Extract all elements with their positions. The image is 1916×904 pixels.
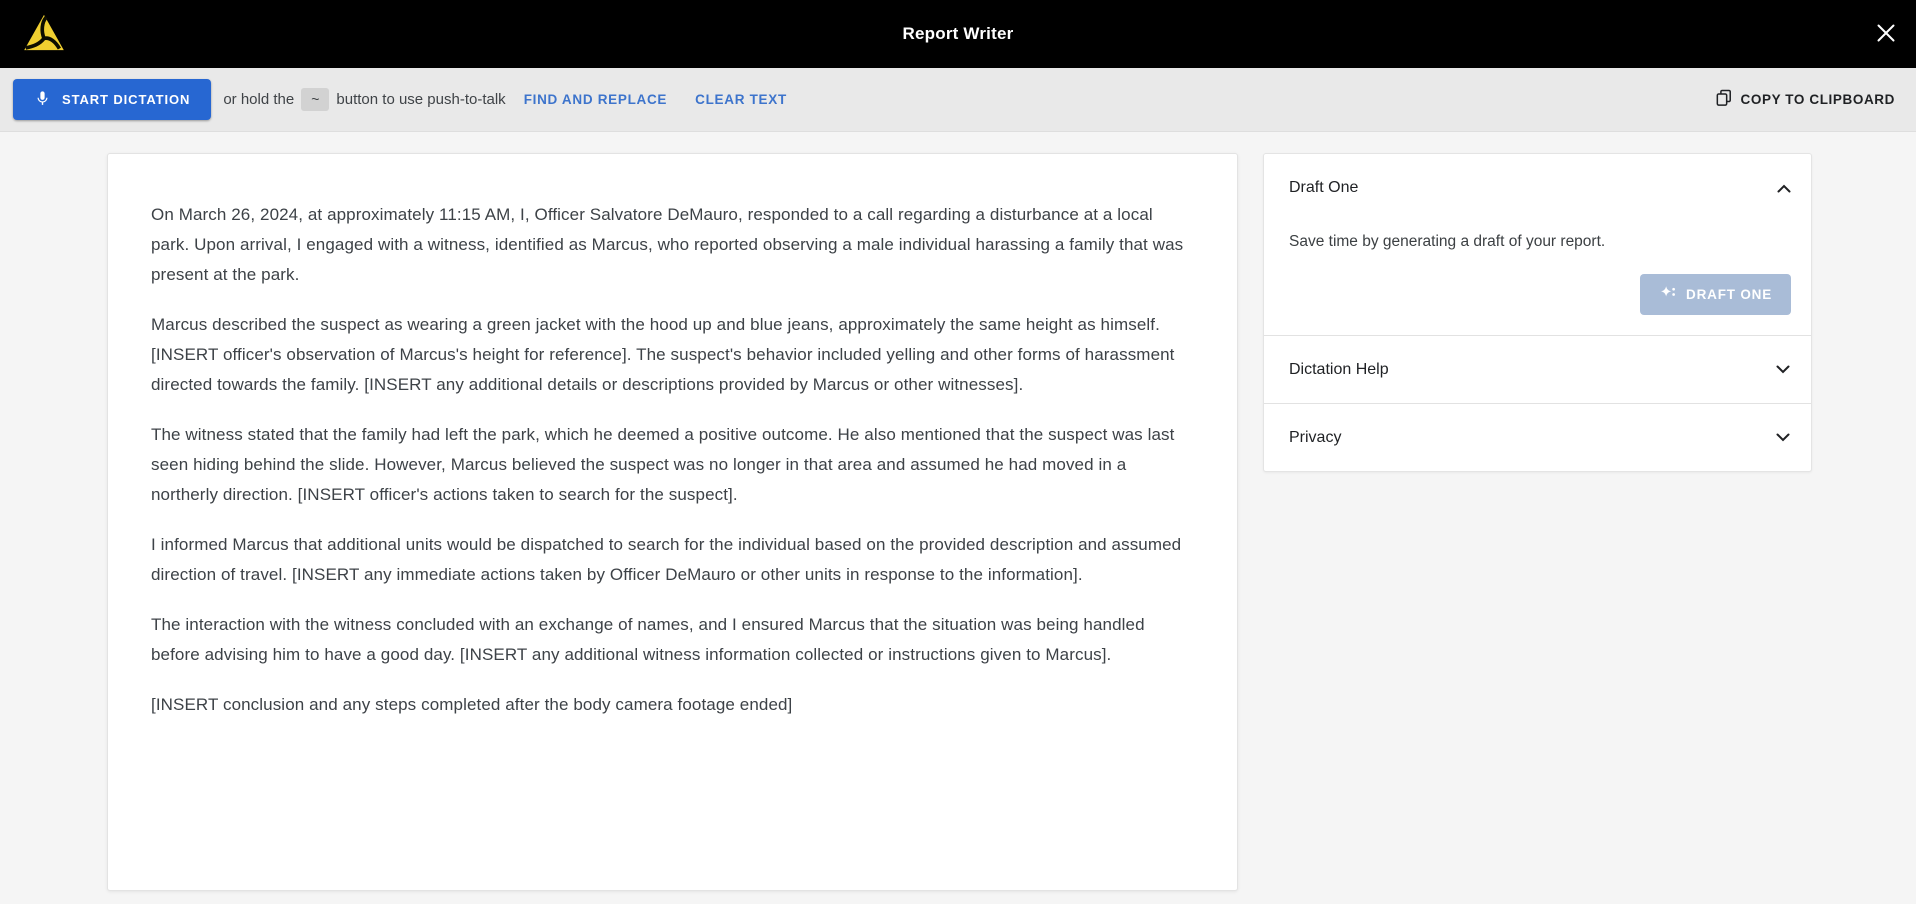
report-paragraph: The witness stated that the family had l… xyxy=(151,420,1192,510)
copy-icon xyxy=(1716,89,1732,110)
microphone-icon xyxy=(34,90,51,110)
draft-one-section: Draft One Save time by generating a draf… xyxy=(1264,154,1811,335)
close-button[interactable] xyxy=(1872,20,1900,48)
help-panel: Draft One Save time by generating a draf… xyxy=(1263,153,1812,472)
tilde-key-badge: ~ xyxy=(301,88,329,111)
report-paragraph: I informed Marcus that additional units … xyxy=(151,530,1192,590)
dictation-help-label: Dictation Help xyxy=(1289,361,1389,379)
chevron-down-icon xyxy=(1776,433,1790,442)
chevron-up-icon xyxy=(1777,184,1791,193)
push-to-talk-hint: or hold the ~ button to use push-to-talk xyxy=(223,88,505,111)
draft-one-title: Draft One xyxy=(1289,179,1358,197)
report-paragraph: On March 26, 2024, at approximately 11:1… xyxy=(151,200,1192,290)
draft-one-button[interactable]: DRAFT ONE xyxy=(1640,274,1791,315)
start-dictation-button[interactable]: START DICTATION xyxy=(13,79,211,120)
push-to-talk-suffix: button to use push-to-talk xyxy=(336,91,505,108)
page-title: Report Writer xyxy=(0,0,1916,68)
accordion-privacy[interactable]: Privacy xyxy=(1264,403,1811,471)
draft-one-accordion-header[interactable]: Draft One xyxy=(1289,179,1791,197)
start-dictation-label: START DICTATION xyxy=(62,92,190,107)
close-icon xyxy=(1874,21,1898,48)
copy-to-clipboard-label: COPY TO CLIPBOARD xyxy=(1741,92,1895,107)
top-bar: Report Writer xyxy=(0,0,1916,68)
report-paragraph: The interaction with the witness conclud… xyxy=(151,610,1192,670)
copy-to-clipboard-button[interactable]: COPY TO CLIPBOARD xyxy=(1714,79,1897,120)
sparkle-icon xyxy=(1659,284,1677,305)
report-paragraph: Marcus described the suspect as wearing … xyxy=(151,310,1192,400)
accordion-dictation-help[interactable]: Dictation Help xyxy=(1264,335,1811,403)
clear-text-button[interactable]: CLEAR TEXT xyxy=(693,82,789,117)
push-to-talk-prefix: or hold the xyxy=(223,91,294,108)
report-text-editor[interactable]: On March 26, 2024, at approximately 11:1… xyxy=(107,153,1238,891)
toolbar: START DICTATION or hold the ~ button to … xyxy=(0,68,1916,132)
chevron-down-icon xyxy=(1776,365,1790,374)
find-and-replace-button[interactable]: FIND AND REPLACE xyxy=(522,82,669,117)
draft-one-description: Save time by generating a draft of your … xyxy=(1289,233,1791,251)
report-paragraph: [INSERT conclusion and any steps complet… xyxy=(151,690,1192,720)
privacy-label: Privacy xyxy=(1289,429,1341,447)
draft-one-button-label: DRAFT ONE xyxy=(1686,287,1772,302)
